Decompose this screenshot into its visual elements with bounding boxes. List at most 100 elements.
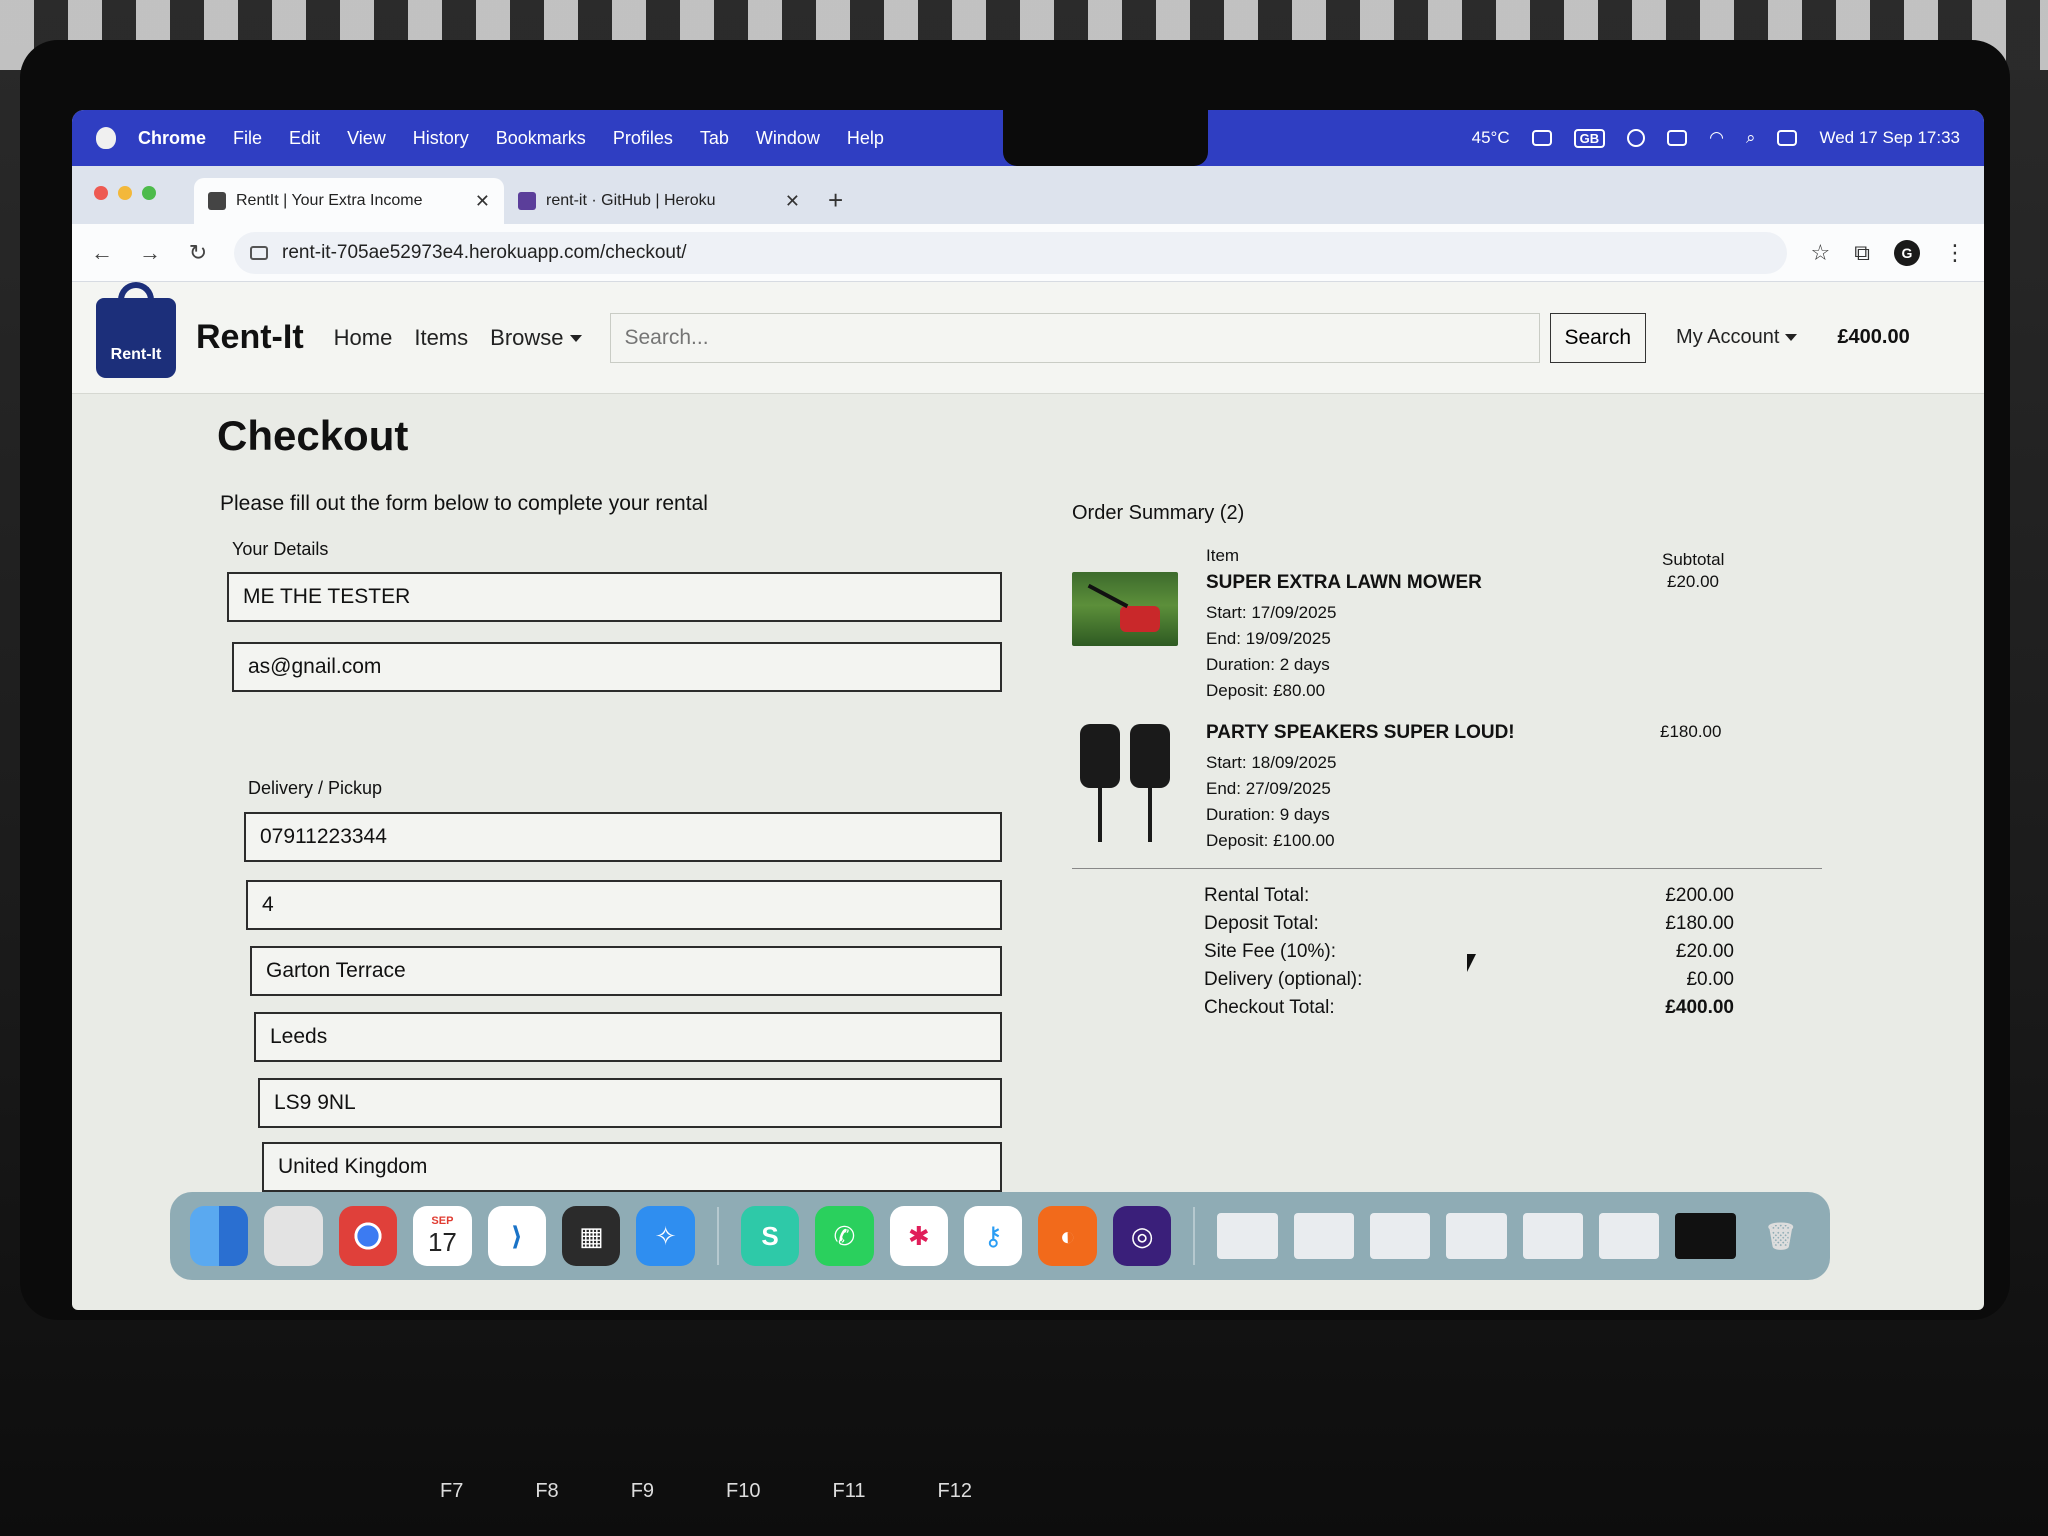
item-subtotal: £180.00 <box>1660 722 1722 741</box>
menu-profiles[interactable]: Profiles <box>613 128 673 149</box>
postcode-field[interactable]: LS9 9NL <box>258 1078 1002 1128</box>
window-thumbnail[interactable] <box>1598 1213 1660 1259</box>
laptop-bezel: Chrome File Edit View History Bookmarks … <box>20 40 2010 1320</box>
calculator-icon[interactable]: ▦ <box>562 1206 621 1266</box>
play-icon[interactable] <box>1627 129 1646 147</box>
clock[interactable]: Wed 17 Sep 17:33 <box>1819 128 1960 148</box>
close-window-button[interactable] <box>94 186 108 200</box>
status-area: 45°C GB ◠ ⌕ Wed 17 Sep 17:33 <box>1472 128 1960 148</box>
close-tab-icon[interactable]: ✕ <box>785 191 800 212</box>
tab-rentit[interactable]: RentIt | Your Extra Income ✕ <box>194 178 504 224</box>
nav-items[interactable]: Items <box>414 325 468 351</box>
close-tab-icon[interactable]: ✕ <box>475 191 490 212</box>
menu-help[interactable]: Help <box>847 128 884 149</box>
my-account-dropdown[interactable]: My Account <box>1676 326 1798 349</box>
mower-handle <box>1087 583 1129 609</box>
menu-view[interactable]: View <box>347 128 386 149</box>
basket-total[interactable]: £400.00 <box>1837 326 1909 349</box>
firefox-icon[interactable]: ◐ <box>1038 1206 1097 1266</box>
rentit-logo[interactable]: Rent-It <box>96 281 176 378</box>
search-button[interactable]: Search <box>1549 312 1647 363</box>
city-field[interactable]: Leeds <box>254 1012 1002 1062</box>
spotlight-search-icon[interactable]: ⌕ <box>1746 128 1756 148</box>
trash-icon[interactable]: 🗑 <box>1752 1206 1810 1266</box>
surfshark-icon[interactable]: S <box>740 1206 800 1266</box>
menu-file[interactable]: File <box>233 128 262 149</box>
keyboard-function-row: F7 F8 F9 F10 F11 F12 <box>440 1480 972 1503</box>
menu-app-name[interactable]: Chrome <box>138 128 206 149</box>
your-details-label: Your Details <box>232 539 329 559</box>
bookmark-star-icon[interactable]: ☆ <box>1811 240 1831 266</box>
rental-total-row: Rental Total: £200.00 <box>1204 882 1734 910</box>
checkout-page: Checkout Please fill out the form below … <box>72 394 1984 1192</box>
total-value: £0.00 <box>1686 969 1734 990</box>
full-name-field[interactable]: ME THE TESTER <box>227 572 1002 622</box>
keyboard-layout-badge[interactable]: GB <box>1573 128 1606 148</box>
zoom-window-button[interactable] <box>142 186 156 200</box>
window-thumbnail[interactable] <box>1217 1213 1278 1259</box>
new-tab-button[interactable]: + <box>828 185 843 216</box>
finder-icon[interactable] <box>190 1206 249 1266</box>
temperature-readout[interactable]: 45°C <box>1472 128 1510 148</box>
window-thumbnail[interactable] <box>1369 1213 1431 1259</box>
deposit-total-row: Deposit Total: £180.00 <box>1204 910 1734 938</box>
key-label: F10 <box>726 1480 761 1502</box>
minimize-window-button[interactable] <box>118 186 132 200</box>
chrome-icon[interactable] <box>338 1206 398 1266</box>
menu-history[interactable]: History <box>413 128 469 149</box>
street-field[interactable]: Garton Terrace <box>250 946 1002 996</box>
site-search-input[interactable] <box>609 312 1540 363</box>
nav-home[interactable]: Home <box>334 325 393 351</box>
window-thumbnail[interactable] <box>1675 1213 1736 1259</box>
passwords-icon[interactable]: ⚷ <box>964 1206 1023 1266</box>
vscode-icon[interactable]: ⟩ <box>487 1206 547 1266</box>
mouse-cursor-icon <box>1467 954 1476 972</box>
item-name[interactable]: SUPER EXTRA LAWN MOWER <box>1206 572 1482 594</box>
phone-field[interactable]: 07911223344 <box>244 812 1002 862</box>
profile-avatar[interactable]: G <box>1894 239 1920 266</box>
address-bar[interactable]: rent-it-705ae52973e4.herokuapp.com/check… <box>234 231 1787 274</box>
menu-bookmarks[interactable]: Bookmarks <box>496 128 586 149</box>
item-name[interactable]: PARTY SPEAKERS SUPER LOUD! <box>1206 722 1515 744</box>
forward-icon[interactable]: → <box>138 240 162 266</box>
email-field[interactable]: as@gnail.com <box>232 642 1002 692</box>
window-thumbnail[interactable] <box>1446 1213 1507 1259</box>
nav-browse-dropdown[interactable]: Browse <box>490 324 582 351</box>
url-text[interactable]: rent-it-705ae52973e4.herokuapp.com/check… <box>282 242 687 264</box>
tab-heroku[interactable]: rent-it · GitHub | Heroku ✕ <box>504 178 814 224</box>
party-speakers-image[interactable] <box>1072 722 1178 846</box>
country-field[interactable]: United Kingdom <box>262 1142 1002 1192</box>
menu-window[interactable]: Window <box>756 128 820 149</box>
brand-name[interactable]: Rent-It <box>196 318 304 357</box>
nav-browse-label: Browse <box>490 324 564 350</box>
stylus-icon[interactable] <box>1531 130 1552 146</box>
launchpad-icon[interactable] <box>264 1206 323 1266</box>
battery-icon[interactable] <box>1667 130 1688 146</box>
reload-icon[interactable]: ↻ <box>186 240 210 266</box>
item-end-date: End: 27/09/2025 <box>1206 779 1331 798</box>
window-thumbnail[interactable] <box>1293 1213 1354 1259</box>
total-value: £200.00 <box>1665 885 1734 906</box>
tor-browser-icon[interactable]: ◎ <box>1112 1206 1172 1266</box>
window-thumbnail[interactable] <box>1522 1213 1583 1259</box>
whatsapp-icon[interactable]: ✆ <box>815 1206 874 1266</box>
control-center-icon[interactable] <box>1777 130 1798 146</box>
site-info-icon[interactable] <box>250 245 268 260</box>
safari-icon[interactable]: ✧ <box>636 1206 695 1266</box>
menu-edit[interactable]: Edit <box>289 128 320 149</box>
wifi-icon[interactable]: ◠ <box>1709 128 1724 148</box>
back-icon[interactable]: ← <box>90 240 114 266</box>
item-deposit: Deposit: £100.00 <box>1206 831 1335 850</box>
menu-tab[interactable]: Tab <box>700 128 729 149</box>
house-number-field[interactable]: 4 <box>246 880 1002 930</box>
apple-icon[interactable] <box>96 127 116 149</box>
slack-icon[interactable]: ✱ <box>889 1206 949 1266</box>
calendar-icon[interactable]: SEP 17 <box>413 1206 472 1266</box>
extensions-icon[interactable]: ⧉ <box>1854 240 1870 266</box>
tab-title: rent-it · GitHub | Heroku <box>546 192 716 209</box>
total-label: Checkout Total: <box>1204 997 1335 1018</box>
lawn-mower-image[interactable] <box>1072 572 1178 646</box>
speaker-right <box>1130 724 1170 788</box>
more-menu-icon[interactable]: ⋮ <box>1944 240 1966 266</box>
calendar-day: 17 <box>427 1226 457 1257</box>
